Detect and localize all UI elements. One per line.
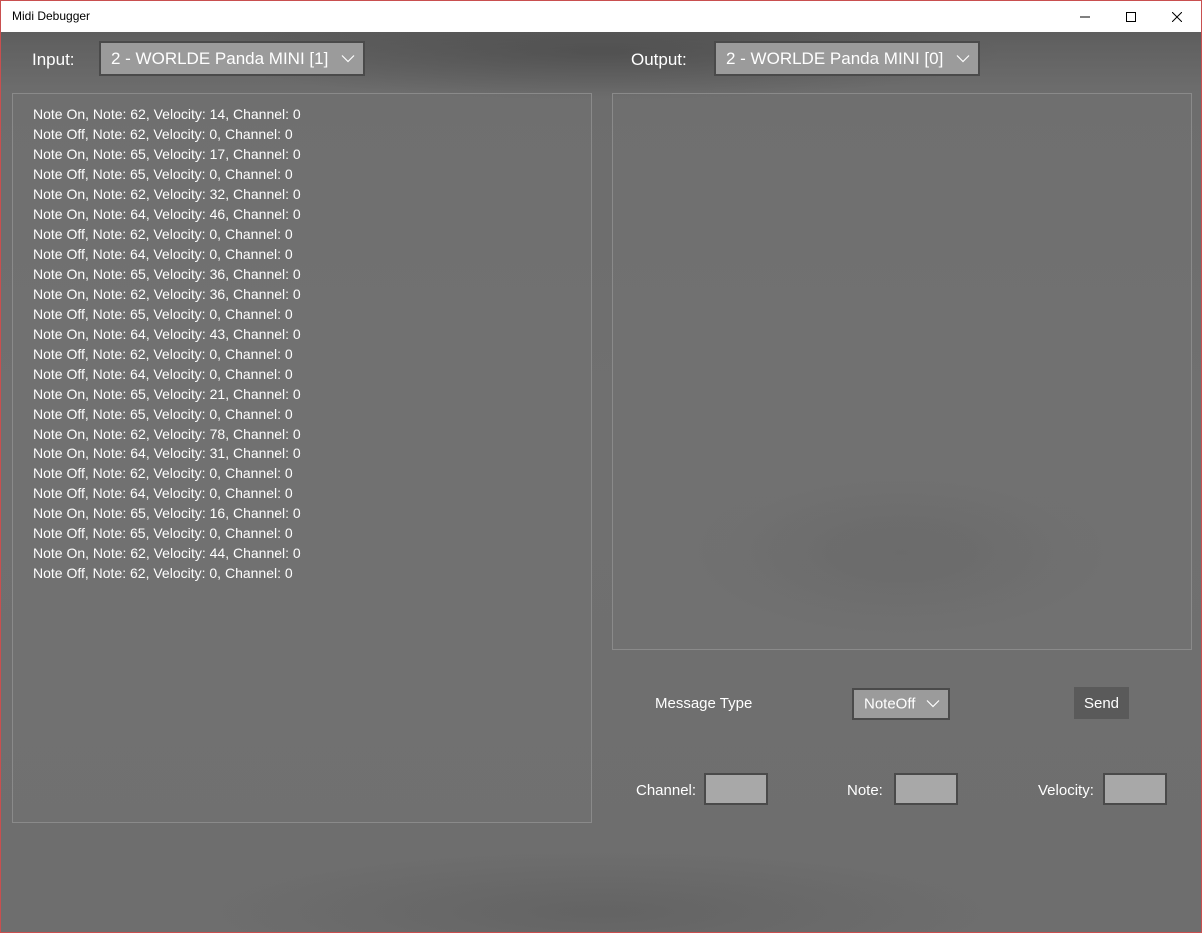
input-device-select[interactable]: 2 - WORLDE Panda MINI [1] (99, 41, 365, 76)
output-label: Output: (631, 50, 687, 69)
list-item[interactable]: Note Off, Note: 65, Velocity: 0, Channel… (33, 524, 301, 544)
minimize-icon (1080, 16, 1090, 17)
note-label: Note: (847, 782, 883, 799)
message-type-value: NoteOff (864, 695, 916, 713)
list-item[interactable]: Note On, Note: 65, Velocity: 36, Channel… (33, 265, 301, 285)
list-item[interactable]: Note Off, Note: 64, Velocity: 0, Channel… (33, 484, 301, 504)
list-item[interactable]: Note Off, Note: 62, Velocity: 0, Channel… (33, 345, 301, 365)
list-item[interactable]: Note Off, Note: 62, Velocity: 0, Channel… (33, 464, 301, 484)
close-button[interactable] (1154, 1, 1200, 32)
input-device-value: 2 - WORLDE Panda MINI [1] (111, 48, 329, 68)
message-list: Note On, Note: 62, Velocity: 14, Channel… (33, 105, 301, 584)
list-item[interactable]: Note On, Note: 64, Velocity: 46, Channel… (33, 205, 301, 225)
list-item[interactable]: Note Off, Note: 65, Velocity: 0, Channel… (33, 405, 301, 425)
list-item[interactable]: Note On, Note: 62, Velocity: 32, Channel… (33, 185, 301, 205)
channel-label: Channel: (636, 782, 697, 799)
list-item[interactable]: Note On, Note: 65, Velocity: 17, Channel… (33, 145, 301, 165)
chevron-down-icon (926, 700, 940, 708)
maximize-button[interactable] (1108, 1, 1154, 32)
velocity-field[interactable] (1103, 773, 1167, 805)
list-item[interactable]: Note On, Note: 62, Velocity: 78, Channel… (33, 425, 301, 445)
list-item[interactable]: Note Off, Note: 65, Velocity: 0, Channel… (33, 305, 301, 325)
output-device-select[interactable]: 2 - WORLDE Panda MINI [0] (714, 41, 980, 76)
list-item[interactable]: Note Off, Note: 65, Velocity: 0, Channel… (33, 165, 301, 185)
window-title: Midi Debugger (12, 9, 91, 23)
list-item[interactable]: Note Off, Note: 64, Velocity: 0, Channel… (33, 245, 301, 265)
input-message-log[interactable]: Note On, Note: 62, Velocity: 14, Channel… (12, 93, 592, 823)
main-content: Input: 2 - WORLDE Panda MINI [1] Output:… (1, 32, 1201, 932)
message-type-label: Message Type (655, 695, 753, 712)
list-item[interactable]: Note On, Note: 65, Velocity: 21, Channel… (33, 385, 301, 405)
velocity-label: Velocity: (1038, 782, 1094, 799)
maximize-icon (1126, 11, 1136, 22)
app-window: Midi Debugger Input: 2 - WORLDE Panda MI… (0, 0, 1202, 933)
list-item[interactable]: Note Off, Note: 62, Velocity: 0, Channel… (33, 225, 301, 245)
list-item[interactable]: Note Off, Note: 64, Velocity: 0, Channel… (33, 365, 301, 385)
send-button[interactable]: Send (1074, 687, 1129, 719)
output-message-log[interactable] (612, 93, 1192, 650)
note-field[interactable] (894, 773, 958, 805)
chevron-down-icon (341, 54, 355, 62)
channel-field[interactable] (704, 773, 768, 805)
output-device-value: 2 - WORLDE Panda MINI [0] (726, 48, 944, 68)
list-item[interactable]: Note On, Note: 62, Velocity: 14, Channel… (33, 105, 301, 125)
close-icon (1172, 11, 1182, 22)
list-item[interactable]: Note On, Note: 62, Velocity: 36, Channel… (33, 285, 301, 305)
minimize-button[interactable] (1062, 1, 1108, 32)
list-item[interactable]: Note On, Note: 64, Velocity: 31, Channel… (33, 444, 301, 464)
list-item[interactable]: Note Off, Note: 62, Velocity: 0, Channel… (33, 125, 301, 145)
list-item[interactable]: Note On, Note: 64, Velocity: 43, Channel… (33, 325, 301, 345)
list-item[interactable]: Note On, Note: 65, Velocity: 16, Channel… (33, 504, 301, 524)
title-bar[interactable]: Midi Debugger (1, 1, 1201, 32)
list-item[interactable]: Note Off, Note: 62, Velocity: 0, Channel… (33, 564, 301, 584)
input-label: Input: (32, 50, 75, 69)
message-type-select[interactable]: NoteOff (852, 688, 950, 720)
chevron-down-icon (956, 54, 970, 62)
list-item[interactable]: Note On, Note: 62, Velocity: 44, Channel… (33, 544, 301, 564)
